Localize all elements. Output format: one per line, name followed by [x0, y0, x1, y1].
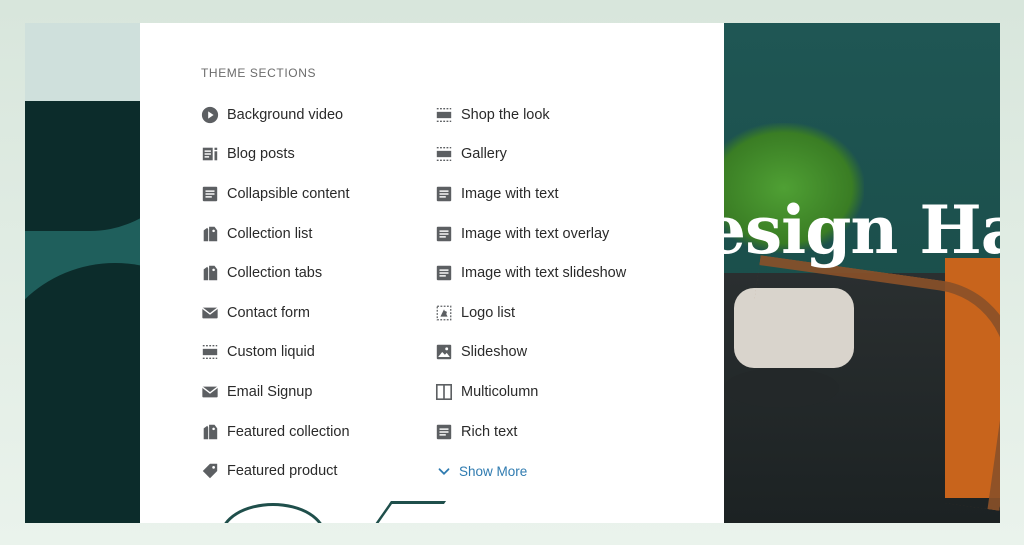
- decorative-outline-shape: [360, 501, 447, 523]
- section-item-rich-text[interactable]: Rich text: [435, 412, 626, 452]
- document-icon: [435, 185, 453, 203]
- logo-dashed-icon: [435, 304, 453, 322]
- section-item-label: Image with text: [461, 185, 559, 202]
- section-item-background-video[interactable]: Background video: [201, 95, 350, 135]
- section-item-logo-list[interactable]: Logo list: [435, 293, 626, 333]
- section-item-custom-liquid[interactable]: Custom liquid: [201, 333, 350, 373]
- envelope-icon: [201, 304, 219, 322]
- section-item-label: Logo list: [461, 304, 516, 321]
- section-dashed-icon: [435, 106, 453, 124]
- section-item-label: Collapsible content: [227, 185, 350, 202]
- section-item-label: Multicolumn: [461, 383, 539, 400]
- section-item-slideshow[interactable]: Slideshow: [435, 333, 626, 373]
- section-item-label: Collection tabs: [227, 265, 323, 282]
- section-item-label: Background video: [227, 106, 344, 123]
- section-item-featured-product[interactable]: Featured product: [201, 451, 350, 491]
- section-item-collection-tabs[interactable]: Collection tabs: [201, 253, 350, 293]
- section-item-label: Featured product: [227, 463, 338, 480]
- section-item-image-with-text-slideshow[interactable]: Image with text slideshow: [435, 253, 626, 293]
- section-item-image-with-text[interactable]: Image with text: [435, 174, 626, 214]
- section-item-image-with-text-overlay[interactable]: Image with text overlay: [435, 214, 626, 254]
- chevron-down-icon: [435, 462, 453, 480]
- right-section-list: Shop the look Gallery Image with text Image…: [435, 95, 626, 491]
- decorative-outline-oval: [220, 503, 326, 523]
- section-item-collection-list[interactable]: Collection list: [201, 214, 350, 254]
- section-item-multicolumn[interactable]: Multicolumn: [435, 372, 626, 412]
- section-item-label: Slideshow: [461, 344, 528, 361]
- section-item-featured-collection[interactable]: Featured collection: [201, 412, 350, 452]
- page: esign Ha THEME SECTIONS Background video…: [0, 0, 1024, 545]
- decorative-band: [25, 23, 140, 101]
- theme-sections-panel: THEME SECTIONS Background video Blog post…: [140, 23, 724, 523]
- section-item-label: Image with text overlay: [461, 225, 610, 242]
- collection-tag-icon: [201, 225, 219, 243]
- section-item-label: Rich text: [461, 423, 518, 440]
- left-decorative-background: [25, 23, 140, 523]
- section-item-label: Gallery: [461, 146, 507, 163]
- show-more-label: Show More: [459, 463, 528, 479]
- section-item-blog-posts[interactable]: Blog posts: [201, 135, 350, 175]
- chair-frame-graphic: [730, 255, 1000, 511]
- image-icon: [435, 343, 453, 361]
- document-icon: [435, 423, 453, 441]
- document-icon: [435, 225, 453, 243]
- section-item-gallery[interactable]: Gallery: [435, 135, 626, 175]
- section-item-email-signup[interactable]: Email Signup: [201, 372, 350, 412]
- section-dashed-icon: [201, 343, 219, 361]
- section-item-label: Image with text slideshow: [461, 265, 627, 282]
- play-circle-icon: [201, 106, 219, 124]
- section-item-label: Shop the look: [461, 106, 550, 123]
- section-item-collapsible-content[interactable]: Collapsible content: [201, 174, 350, 214]
- product-tag-icon: [201, 462, 219, 480]
- section-item-contact-form[interactable]: Contact form: [201, 293, 350, 333]
- section-item-label: Featured collection: [227, 423, 350, 440]
- document-icon: [435, 264, 453, 282]
- left-section-list: Background video Blog posts Collapsible co…: [201, 95, 350, 491]
- decorative-shape-bottom: [25, 263, 140, 523]
- collection-tag-icon: [201, 264, 219, 282]
- section-item-shop-the-look[interactable]: Shop the look: [435, 95, 626, 135]
- blog-icon: [201, 145, 219, 163]
- show-more-button[interactable]: Show More: [435, 451, 626, 491]
- document-icon: [201, 185, 219, 203]
- section-item-label: Blog posts: [227, 146, 295, 163]
- panel-heading: THEME SECTIONS: [201, 66, 317, 80]
- section-item-label: Custom liquid: [227, 344, 315, 361]
- section-item-label: Contact form: [227, 304, 310, 321]
- hero-preview-image: esign Ha: [724, 23, 1000, 523]
- collection-tag-icon: [201, 423, 219, 441]
- section-item-label: Email Signup: [227, 383, 313, 400]
- columns-icon: [435, 383, 453, 401]
- envelope-icon: [201, 383, 219, 401]
- decorative-shape-top: [25, 101, 140, 231]
- hero-title: esign Ha: [724, 191, 1000, 269]
- section-item-label: Collection list: [227, 225, 313, 242]
- section-dashed-icon: [435, 145, 453, 163]
